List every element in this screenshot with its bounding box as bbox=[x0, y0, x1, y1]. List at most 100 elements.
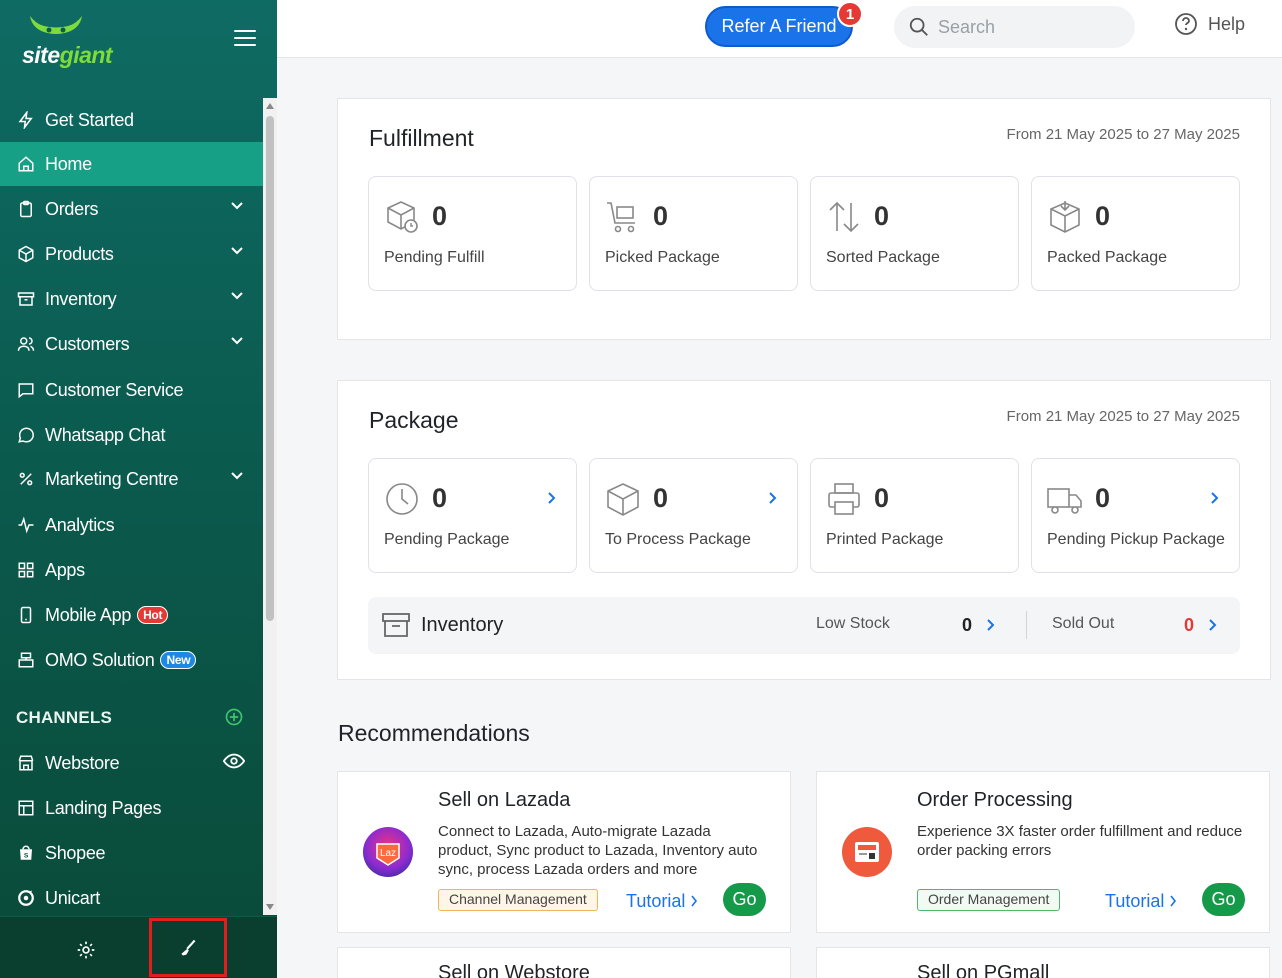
stat-to-process-package[interactable]: 0 To Process Package bbox=[589, 458, 798, 573]
tutorial-label: Tutorial bbox=[1105, 891, 1165, 911]
rec-card-order-processing: Order Processing Experience 3X faster or… bbox=[816, 771, 1270, 933]
sidebar-item-whatsapp-chat[interactable]: Whatsapp Chat bbox=[0, 413, 263, 457]
help-link[interactable]: Help bbox=[1174, 12, 1245, 36]
stat-value: 0 bbox=[874, 201, 890, 231]
search-input[interactable] bbox=[938, 16, 1118, 38]
sidebar-item-landing-pages[interactable]: Landing Pages bbox=[0, 786, 263, 830]
chevron-down-icon bbox=[231, 247, 243, 255]
divider bbox=[1026, 611, 1027, 639]
sidebar-item-shopee[interactable]: S Shopee bbox=[0, 831, 263, 875]
top-header: Refer A Friend 1 Help bbox=[277, 0, 1282, 58]
stat-pending-fulfill[interactable]: 0 Pending Fulfill bbox=[368, 176, 577, 291]
unicart-icon bbox=[16, 888, 36, 908]
sidebar-item-label: Analytics bbox=[45, 514, 115, 535]
fulfillment-date-range: From 21 May 2025 to 27 May 2025 bbox=[1006, 126, 1240, 143]
box-clock-icon bbox=[387, 201, 418, 233]
sidebar: sitegiant Get Started Home Orders Produc… bbox=[0, 0, 277, 978]
low-stock-label: Low Stock bbox=[816, 615, 890, 632]
sidebar-item-webstore[interactable]: Webstore bbox=[0, 741, 263, 785]
chevron-right-icon[interactable] bbox=[768, 491, 777, 505]
chevron-right-icon[interactable] bbox=[547, 491, 556, 505]
sidebar-item-orders[interactable]: Orders bbox=[0, 187, 263, 231]
stat-label: Packed Package bbox=[1047, 249, 1168, 266]
percent-icon bbox=[16, 469, 36, 489]
sidebar-item-home[interactable]: Home bbox=[0, 142, 263, 186]
scroll-down-arrow[interactable] bbox=[266, 904, 274, 910]
register-icon bbox=[16, 650, 36, 670]
chat-icon bbox=[16, 380, 36, 400]
stat-pending-pickup-package[interactable]: 0 Pending Pickup Package bbox=[1031, 458, 1240, 573]
stat-label: Sorted Package bbox=[826, 249, 940, 266]
chevron-down-icon bbox=[231, 202, 243, 210]
gear-icon[interactable] bbox=[76, 940, 96, 960]
stat-value: 0 bbox=[1095, 201, 1111, 231]
stat-value: 0 bbox=[653, 201, 669, 231]
package-box-icon bbox=[607, 483, 639, 516]
stat-label: Picked Package bbox=[605, 249, 720, 266]
sidebar-item-analytics[interactable]: Analytics bbox=[0, 503, 263, 547]
menu-toggle-icon[interactable] bbox=[234, 30, 256, 46]
package-title: Package bbox=[369, 407, 459, 433]
chevron-right-icon[interactable] bbox=[1210, 491, 1219, 505]
sidebar-item-customer-service[interactable]: Customer Service bbox=[0, 368, 263, 412]
sidebar-item-label: Shopee bbox=[45, 842, 106, 863]
scroll-up-arrow[interactable] bbox=[266, 103, 274, 109]
stat-sorted-package[interactable]: 0 Sorted Package bbox=[810, 176, 1019, 291]
stat-picked-package[interactable]: 0 Picked Package bbox=[589, 176, 798, 291]
stat-label: Pending Pickup Package bbox=[1047, 531, 1225, 548]
sidebar-item-apps[interactable]: Apps bbox=[0, 548, 263, 592]
sidebar-item-products[interactable]: Products bbox=[0, 232, 263, 276]
broom-icon bbox=[181, 939, 196, 955]
sidebar-item-omo-solution[interactable]: OMO Solution New bbox=[0, 638, 263, 682]
help-label: Help bbox=[1208, 13, 1246, 34]
stat-pending-package[interactable]: 0 Pending Package bbox=[368, 458, 577, 573]
chevron-right-icon bbox=[1170, 895, 1177, 907]
sidebar-item-mobile-app[interactable]: Mobile App Hot bbox=[0, 593, 263, 637]
box-download-icon bbox=[1050, 201, 1080, 233]
cube-icon bbox=[16, 244, 36, 264]
logo-horns-icon bbox=[30, 16, 82, 34]
sidebar-item-label: Marketing Centre bbox=[45, 468, 179, 489]
archive-icon bbox=[382, 613, 410, 637]
home-icon bbox=[16, 154, 36, 174]
stat-packed-package[interactable]: 0 Packed Package bbox=[1031, 176, 1240, 291]
sidebar-item-label: Landing Pages bbox=[45, 797, 162, 818]
sidebar-item-inventory[interactable]: Inventory bbox=[0, 277, 263, 321]
stat-value: 0 bbox=[432, 483, 448, 513]
rec-card-name: Order Processing bbox=[917, 789, 1073, 811]
refer-a-friend-button[interactable]: Refer A Friend bbox=[705, 6, 853, 47]
archive-icon bbox=[16, 289, 36, 309]
hot-badge: Hot bbox=[137, 606, 169, 624]
sidebar-item-label: Orders bbox=[45, 198, 99, 219]
chevron-right-icon[interactable] bbox=[986, 618, 995, 632]
stat-label: Pending Fulfill bbox=[384, 249, 485, 266]
order-management-tag: Order Management bbox=[917, 889, 1061, 911]
search-icon bbox=[909, 17, 928, 36]
sidebar-item-customers[interactable]: Customers bbox=[0, 322, 263, 366]
go-button[interactable]: Go bbox=[723, 883, 766, 916]
sidebar-item-label: Webstore bbox=[45, 752, 120, 773]
eye-icon[interactable] bbox=[223, 753, 245, 769]
clean-button[interactable] bbox=[149, 918, 227, 977]
sidebar-item-marketing-centre[interactable]: Marketing Centre bbox=[0, 457, 263, 501]
stat-printed-package[interactable]: 0 Printed Package bbox=[810, 458, 1019, 573]
tutorial-link[interactable]: Tutorial bbox=[1105, 891, 1177, 912]
svg-text:S: S bbox=[24, 853, 29, 860]
rec-card-description: Experience 3X faster order fulfillment a… bbox=[917, 823, 1243, 859]
rec-card-name: Sell on PGmall bbox=[917, 962, 1050, 978]
go-button[interactable]: Go bbox=[1202, 883, 1245, 916]
logo-text: sitegiant bbox=[22, 42, 113, 68]
add-channel-icon[interactable] bbox=[224, 707, 244, 727]
sidebar-item-unicart[interactable]: Unicart bbox=[0, 876, 263, 915]
phone-icon bbox=[16, 605, 36, 625]
sitegiant-logo[interactable]: sitegiant bbox=[20, 14, 140, 70]
shopee-icon: S bbox=[16, 843, 36, 863]
channels-heading: CHANNELS bbox=[16, 708, 113, 727]
scroll-thumb[interactable] bbox=[266, 116, 274, 621]
search-box[interactable] bbox=[894, 6, 1135, 48]
grid-icon bbox=[16, 560, 36, 580]
sidebar-scrollbar[interactable] bbox=[263, 98, 277, 915]
chevron-right-icon[interactable] bbox=[1208, 618, 1217, 632]
sidebar-item-get-started[interactable]: Get Started bbox=[0, 98, 263, 142]
tutorial-link[interactable]: Tutorial bbox=[626, 891, 698, 912]
